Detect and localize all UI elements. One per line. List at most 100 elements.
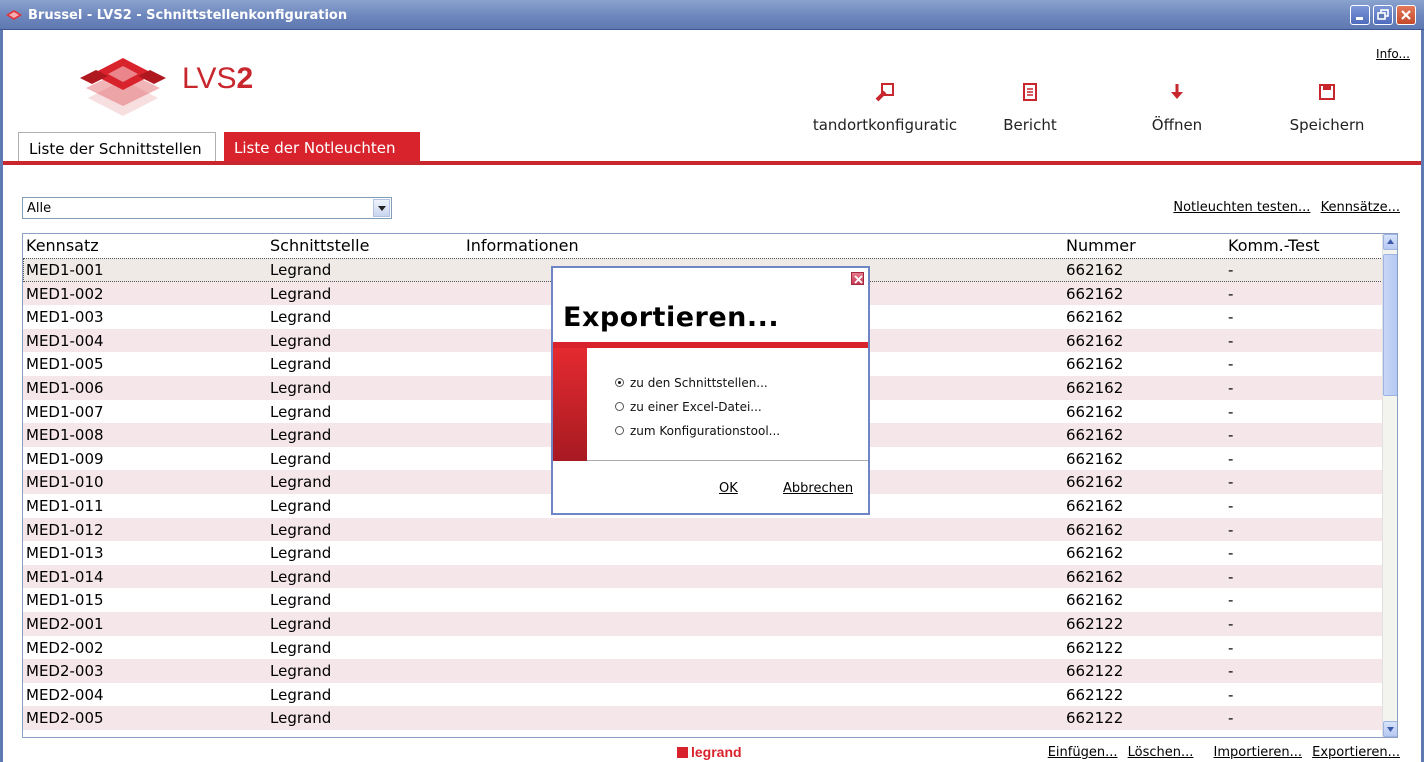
cell-nummer: 662162 [1066,378,1124,397]
import-link[interactable]: Importieren... [1214,745,1302,760]
cell-kennsatz: MED1-003 [26,308,104,327]
cell-komm-test: - [1228,355,1234,374]
test-lights-link[interactable]: Notleuchten testen... [1173,200,1310,215]
cell-komm-test: - [1228,284,1234,303]
vertical-scrollbar[interactable] [1382,234,1397,737]
cell-schnittstelle: Legrand [270,496,332,515]
cell-komm-test: - [1228,591,1234,610]
cell-nummer: 662162 [1066,544,1124,563]
scroll-down-button[interactable] [1383,721,1397,737]
cell-nummer: 662122 [1066,662,1124,681]
radio-button[interactable] [615,378,624,387]
chevron-down-icon [1387,727,1394,732]
cell-kennsatz: MED2-002 [26,638,104,657]
lvs2-logo [80,58,166,116]
labels-link[interactable]: Kennsätze... [1321,200,1400,215]
dropdown-arrow-button[interactable] [373,199,390,217]
cell-nummer: 662122 [1066,614,1124,633]
cell-schnittstelle: Legrand [270,378,332,397]
cell-nummer: 662162 [1066,284,1124,303]
open-button[interactable]: Öffnen [1142,82,1212,134]
title-bar[interactable]: Brussel - LVS2 - Schnittstellenkonfigura… [0,0,1424,30]
filter-dropdown[interactable]: Alle [22,197,392,219]
cell-nummer: 662162 [1066,331,1124,350]
cell-schnittstelle: Legrand [270,709,332,728]
cell-komm-test: - [1228,709,1234,728]
tab-liste-der-schnittstellen[interactable]: Liste der Schnittstellen [18,132,216,162]
cell-komm-test: - [1228,261,1234,279]
brand-name: LVS2 [182,62,254,95]
cell-nummer: 662162 [1066,449,1124,468]
table-row[interactable]: MED2-001 Legrand 662122 - [23,611,1383,636]
location-config-button[interactable]: tandortkonfiguratic [810,82,960,134]
table-row[interactable]: MED1-012 Legrand 662162 - [23,517,1383,542]
option-schnittstellen[interactable]: zu den Schnittstellen... [615,376,768,390]
option-excel[interactable]: zu einer Excel-Datei... [615,400,762,414]
table-row[interactable]: MED1-014 Legrand 662162 - [23,564,1383,589]
cell-komm-test: - [1228,331,1234,350]
table-row[interactable]: MED2-003 Legrand 662122 - [23,659,1383,683]
table-row[interactable]: MED1-013 Legrand 662162 - [23,541,1383,565]
minimize-button[interactable] [1350,5,1370,25]
cell-nummer: 662162 [1066,261,1124,279]
report-button[interactable]: Bericht [995,82,1065,134]
scrollbar-thumb[interactable] [1383,254,1397,396]
cell-kennsatz: MED1-008 [26,426,104,445]
tab-liste-der-notleuchten[interactable]: Liste der Notleuchten [224,132,420,162]
cell-komm-test: - [1228,426,1234,445]
column-header-nummer[interactable]: Nummer [1066,236,1136,255]
cell-kennsatz: MED2-003 [26,662,104,681]
save-button[interactable]: Speichern [1282,82,1372,134]
window-title: Brussel - LVS2 - Schnittstellenkonfigura… [28,8,348,23]
cell-nummer: 662162 [1066,591,1124,610]
cell-komm-test: - [1228,496,1234,515]
table-row[interactable]: MED2-004 Legrand 662122 - [23,683,1383,707]
table-row[interactable]: MED2-005 Legrand 662122 - [23,706,1383,730]
cell-kennsatz: MED1-009 [26,449,104,468]
cell-komm-test: - [1228,520,1234,539]
cell-komm-test: - [1228,402,1234,421]
info-link[interactable]: Info... [1376,47,1410,61]
radio-button[interactable] [615,402,624,411]
column-header-komm-test[interactable]: Komm.-Test [1228,236,1320,255]
column-header-kennsatz[interactable]: Kennsatz [26,236,99,255]
cancel-button[interactable]: Abbrechen [783,481,853,496]
cell-komm-test: - [1228,544,1234,563]
legrand-logo: legrand [677,744,742,760]
cell-kennsatz: MED2-004 [26,685,104,704]
cell-kennsatz: MED1-007 [26,402,104,421]
cell-schnittstelle: Legrand [270,614,332,633]
restore-button[interactable] [1373,5,1393,25]
delete-link[interactable]: Löschen... [1128,745,1194,760]
scroll-up-button[interactable] [1383,234,1397,250]
radio-button[interactable] [615,426,624,435]
chevron-up-icon [1387,239,1394,244]
table-row[interactable]: MED1-015 Legrand 662162 - [23,588,1383,612]
cell-schnittstelle: Legrand [270,685,332,704]
dialog-close-button[interactable] [851,272,864,285]
cell-schnittstelle: Legrand [270,449,332,468]
table-row[interactable]: MED2-002 Legrand 662122 - [23,636,1383,660]
app-icon [6,10,22,20]
column-header-schnittstelle[interactable]: Schnittstelle [270,236,369,255]
cell-komm-test: - [1228,685,1234,704]
ok-button[interactable]: OK [719,481,738,496]
cell-nummer: 662162 [1066,308,1124,327]
cell-nummer: 662162 [1066,567,1124,586]
close-icon [1401,10,1411,20]
option-konfigurationstool[interactable]: zum Konfigurationstool... [615,424,780,438]
cell-komm-test: - [1228,473,1234,492]
column-header-informationen[interactable]: Informationen [466,236,579,255]
cell-kennsatz: MED1-001 [26,261,104,279]
export-link[interactable]: Exportieren... [1312,745,1400,760]
cell-schnittstelle: Legrand [270,662,332,681]
close-window-button[interactable] [1396,5,1416,25]
cell-kennsatz: MED1-013 [26,544,104,563]
restore-icon [1377,9,1389,20]
cell-schnittstelle: Legrand [270,308,332,327]
footer-links: Einfügen... Löschen... Importieren... Ex… [1042,745,1400,760]
cell-schnittstelle: Legrand [270,261,332,279]
cell-nummer: 662162 [1066,520,1124,539]
insert-link[interactable]: Einfügen... [1048,745,1118,760]
cell-nummer: 662162 [1066,402,1124,421]
